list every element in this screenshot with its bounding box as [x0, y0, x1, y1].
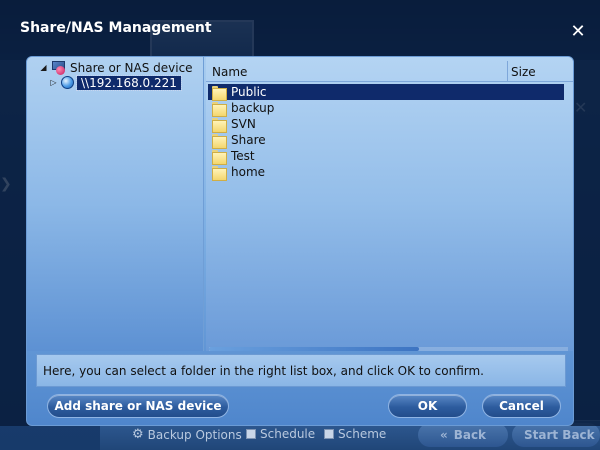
nas-device-icon — [51, 60, 67, 75]
list-item[interactable]: SVN — [208, 116, 564, 133]
info-message: Here, you can select a folder in the rig… — [36, 354, 566, 387]
column-divider[interactable] — [507, 61, 508, 82]
dialog-title: Share/NAS Management — [20, 20, 212, 36]
schedule-item: Schedule — [246, 427, 315, 441]
folder-icon — [212, 101, 227, 117]
collapsed-triangle-icon[interactable]: ▷ — [49, 78, 58, 87]
tree-root[interactable]: ◢ Share or NAS device — [39, 60, 193, 75]
checkbox-icon — [324, 429, 334, 439]
expanded-triangle-icon[interactable]: ◢ — [39, 63, 48, 72]
dialog-panel: ◢ Share or NAS device ▷ \\192.168.0.221 … — [26, 56, 574, 426]
folder-icon — [212, 85, 227, 101]
list-item[interactable]: Share — [208, 132, 564, 149]
tree-item-label: \\192.168.0.221 — [76, 74, 182, 91]
checkbox-icon — [246, 429, 256, 439]
gear-icon: ⚙ — [132, 427, 144, 442]
folder-icon — [212, 149, 227, 165]
network-globe-icon — [61, 76, 74, 89]
horizontal-scrollbar[interactable] — [209, 347, 568, 351]
list-item[interactable]: backup — [208, 100, 564, 117]
scrollbar-thumb[interactable] — [209, 347, 419, 351]
list-item[interactable]: home — [208, 164, 564, 181]
tree-item-host[interactable]: ▷ \\192.168.0.221 — [49, 74, 182, 91]
close-icon[interactable]: ✕ — [569, 23, 587, 41]
folder-icon — [212, 165, 227, 181]
folder-list: Name Size Public backup SVN Share Test h… — [206, 57, 573, 351]
scheme-item: Scheme — [324, 427, 386, 441]
cancel-button[interactable]: Cancel — [482, 394, 561, 418]
device-tree: ◢ Share or NAS device ▷ \\192.168.0.221 — [27, 57, 204, 351]
list-item[interactable]: Test — [208, 148, 564, 165]
folder-icon — [212, 133, 227, 149]
start-backup-button: Start Back — [512, 423, 600, 447]
tree-root-label: Share or NAS device — [70, 60, 193, 75]
back-button: « Back — [418, 423, 508, 447]
list-header: Name Size — [206, 61, 573, 82]
list-item[interactable]: Public — [208, 84, 564, 101]
column-header-name[interactable]: Name — [212, 65, 247, 79]
backup-options-item: ⚙ Backup Options — [132, 427, 242, 442]
share-nas-dialog: Share/NAS Management ✕ ◢ Share or NAS de… — [0, 0, 600, 426]
add-share-button[interactable]: Add share or NAS device — [47, 394, 229, 418]
folder-icon — [212, 117, 227, 133]
column-header-size[interactable]: Size — [511, 65, 536, 79]
ok-button[interactable]: OK — [388, 394, 467, 418]
double-chevron-left-icon: « — [439, 428, 448, 442]
